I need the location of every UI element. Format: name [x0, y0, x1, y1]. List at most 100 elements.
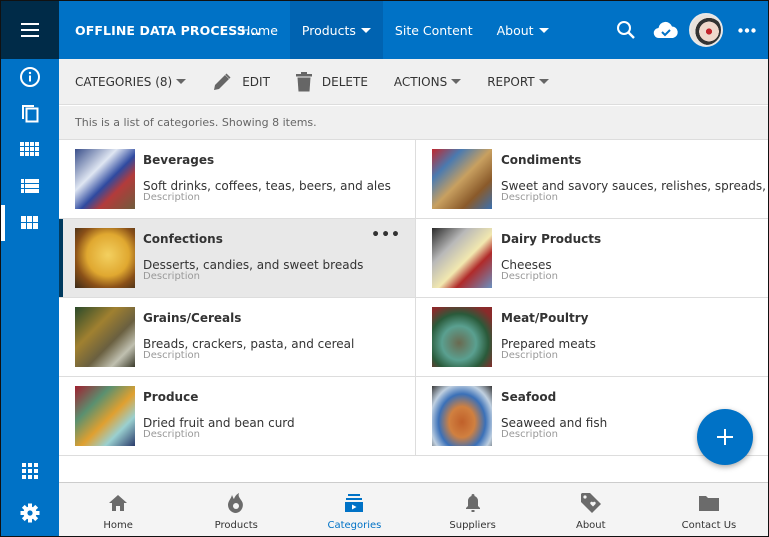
- tab-categories[interactable]: Categories: [295, 483, 413, 536]
- bell-icon: [465, 494, 480, 512]
- fire-icon: [228, 493, 244, 513]
- chevron-down-icon: [360, 27, 371, 33]
- grid-large-icon: [21, 216, 38, 229]
- tab-categories-label: Categories: [327, 520, 382, 531]
- category-description-label: Description: [143, 350, 200, 361]
- category-description: Dried fruit and bean curd: [143, 416, 295, 430]
- category-name: Beverages: [143, 153, 215, 167]
- category-name: Dairy Products: [501, 232, 602, 246]
- rail-list-button[interactable]: [1, 169, 59, 205]
- command-bar: CATEGORIES (8) EDIT DELETE ACTIONS REPOR…: [59, 59, 768, 105]
- category-card[interactable]: Grains/Cereals Breads, crackers, pasta, …: [59, 298, 415, 377]
- category-description: Sweet and savory sauces, relishes, sprea…: [501, 179, 768, 193]
- category-card[interactable]: Beverages Soft drinks, coffees, teas, be…: [59, 140, 415, 219]
- grid-small-icon: [20, 142, 39, 156]
- category-name: Meat/Poultry: [501, 311, 589, 325]
- nav-products-label: Products: [301, 22, 356, 38]
- pencil-icon: [214, 73, 231, 90]
- tab-suppliers-label: Suppliers: [449, 520, 496, 531]
- category-description-label: Description: [501, 429, 558, 440]
- actions-dropdown[interactable]: ACTIONS: [393, 74, 462, 89]
- category-description: Cheeses: [501, 258, 552, 272]
- category-image: [432, 386, 492, 446]
- nav-home-label: Home: [241, 22, 278, 38]
- categories-dropdown-label: CATEGORIES (8): [75, 74, 173, 89]
- category-description-label: Description: [143, 192, 200, 203]
- categories-dropdown[interactable]: CATEGORIES (8): [75, 74, 187, 89]
- nav-products[interactable]: Products: [289, 1, 383, 59]
- category-image: [75, 228, 135, 288]
- top-bar: OFFLINE DATA PROCESS... Home Products Si…: [59, 1, 768, 59]
- top-actions: [606, 1, 768, 59]
- category-card[interactable]: Dairy Products Cheeses Description: [415, 219, 768, 298]
- hamburger-menu-button[interactable]: [1, 1, 59, 59]
- user-profile-button[interactable]: [686, 1, 726, 59]
- chevron-down-icon: [451, 79, 462, 84]
- card-more-button[interactable]: •••: [371, 227, 401, 243]
- home-icon: [109, 495, 128, 511]
- rail-apps-button[interactable]: [1, 453, 59, 489]
- category-card[interactable]: Condiments Sweet and savory sauces, reli…: [415, 140, 768, 219]
- app-title: OFFLINE DATA PROCESS...: [75, 22, 261, 38]
- sync-status-button[interactable]: [646, 1, 686, 59]
- category-description: Soft drinks, coffees, teas, beers, and a…: [143, 179, 391, 193]
- search-icon: [617, 21, 635, 39]
- category-name: Condiments: [501, 153, 582, 167]
- category-description-label: Description: [143, 271, 200, 282]
- report-dropdown-label: REPORT: [487, 74, 535, 89]
- category-card[interactable]: Meat/Poultry Prepared meats Description: [415, 298, 768, 377]
- list-icon: [21, 179, 39, 193]
- category-card[interactable]: Confections Desserts, candies, and sweet…: [59, 219, 415, 298]
- edit-button-label: EDIT: [242, 74, 270, 89]
- nav-about[interactable]: About: [485, 1, 561, 59]
- nav-about-label: About: [496, 22, 534, 38]
- category-description-label: Description: [143, 429, 200, 440]
- category-image: [432, 228, 492, 288]
- tab-contact-us[interactable]: Contact Us: [650, 483, 768, 536]
- category-image: [75, 149, 135, 209]
- tab-products-label: Products: [214, 520, 258, 531]
- category-name: Produce: [143, 390, 199, 404]
- tab-products[interactable]: Products: [177, 483, 295, 536]
- actions-dropdown-label: ACTIONS: [393, 74, 448, 89]
- tab-home-label: Home: [103, 520, 133, 531]
- rail-grid-large-button[interactable]: [1, 205, 59, 241]
- nav-home[interactable]: Home: [229, 1, 290, 59]
- category-image: [432, 149, 492, 209]
- more-icon: [738, 27, 756, 33]
- rail-settings-button[interactable]: [1, 495, 59, 531]
- delete-button[interactable]: DELETE: [295, 71, 368, 92]
- cloud-check-icon: [653, 21, 678, 39]
- category-description: Breads, crackers, pasta, and cereal: [143, 337, 355, 351]
- add-category-button[interactable]: [697, 409, 753, 465]
- tag-heart-icon: [580, 493, 601, 513]
- category-image: [75, 307, 135, 367]
- category-description: Desserts, candies, and sweet breads: [143, 258, 364, 272]
- report-dropdown[interactable]: REPORT: [487, 74, 549, 89]
- search-button[interactable]: [606, 1, 646, 59]
- rail-copy-button[interactable]: [1, 95, 59, 131]
- hamburger-icon: [21, 21, 39, 39]
- chevron-down-icon: [538, 27, 549, 33]
- category-description-label: Description: [501, 271, 558, 282]
- tab-suppliers[interactable]: Suppliers: [414, 483, 532, 536]
- list-info-text: This is a list of categories. Showing 8 …: [59, 106, 768, 140]
- tab-about[interactable]: About: [532, 483, 650, 536]
- left-rail: [1, 1, 59, 536]
- tab-home[interactable]: Home: [59, 483, 177, 536]
- more-options-button[interactable]: [726, 1, 768, 59]
- plus-icon: [717, 429, 733, 445]
- media-stack-icon: [345, 494, 364, 512]
- nav-site-content[interactable]: Site Content: [383, 1, 485, 59]
- category-name: Confections: [143, 232, 223, 246]
- trash-icon: [295, 71, 312, 91]
- category-card[interactable]: Produce Dried fruit and bean curd Descri…: [59, 377, 415, 456]
- delete-button-label: DELETE: [321, 74, 368, 89]
- nav-site-content-label: Site Content: [394, 22, 473, 38]
- rail-info-button[interactable]: [1, 59, 59, 95]
- bottom-tab-bar: Home Products Categories Suppliers About…: [59, 482, 768, 536]
- rail-grid-small-button[interactable]: [1, 132, 59, 168]
- category-description: Prepared meats: [501, 337, 596, 351]
- category-image: [75, 386, 135, 446]
- edit-button[interactable]: EDIT: [212, 72, 270, 92]
